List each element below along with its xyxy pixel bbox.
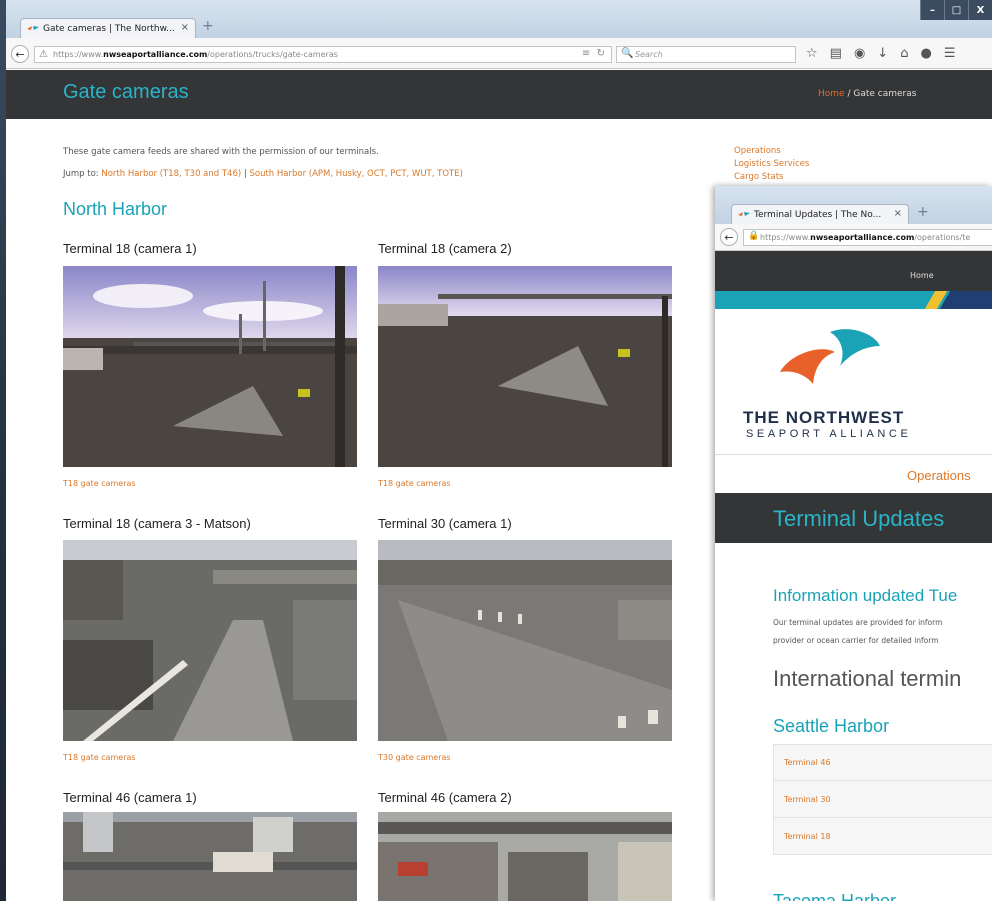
terminal-accordion-item[interactable]: Terminal 30 [773,781,992,818]
jump-to-line: Jump to: North Harbor (T18, T30 and T46)… [63,169,463,179]
camera-title: Terminal 18 (camera 3 - Matson) [63,516,251,531]
breadcrumb-home-link[interactable]: Home [818,89,845,99]
browser-window-terminal-updates: Terminal Updates | The No... × + ← 🔒 htt… [715,186,992,901]
reading-list-icon[interactable]: ▤ [830,46,842,61]
new-tab-icon[interactable]: + [917,204,929,220]
tacoma-harbor-heading: Tacoma Harbor [773,891,897,901]
camera-title: Terminal 30 (camera 1) [378,516,512,531]
toolbar-icons: ☆ ▤ ◉ ↓ ⌂ ● ☰ [806,46,955,61]
camera-title: Terminal 18 (camera 1) [63,241,197,256]
close-window-button[interactable]: X [968,0,992,20]
tab-title: Terminal Updates | The No... [754,209,882,220]
jump-south-harbor-link[interactable]: South Harbor (APM, Husky, OCT, PCT, WUT,… [249,169,462,179]
t30-gate-cameras-link[interactable]: T30 gate cameras [378,753,451,762]
seattle-terminal-list: Terminal 46 Terminal 30 Terminal 18 [773,744,992,855]
search-placeholder: Search [635,50,663,59]
body-text-line: provider or ocean carrier for detailed i… [773,636,939,645]
seattle-harbor-heading: Seattle Harbor [773,716,890,736]
download-icon[interactable]: ↓ [877,46,888,61]
t18-gate-cameras-link[interactable]: T18 gate cameras [63,479,136,488]
camera-image-t30-1 [378,540,672,741]
jump-divider: | [243,169,247,179]
jump-label: Jump to: [63,169,99,179]
warning-triangle-icon: ⚠ [39,49,48,60]
minimize-button[interactable]: – [920,0,944,20]
lock-icon: 🔒 [748,231,760,241]
breadcrumb: Home / Gate cameras [818,89,916,99]
page-title: Gate cameras [63,81,189,103]
url-prefix: https://www. [53,50,104,59]
browser-tab-terminal-updates[interactable]: Terminal Updates | The No... × [731,204,909,224]
camera-title: Terminal 18 (camera 2) [378,241,512,256]
international-terminals-heading: International termin [773,666,962,691]
home-icon[interactable]: ⌂ [900,46,908,61]
sidenav-cargo-stats-link[interactable]: Cargo Stats [734,171,809,184]
reload-icon[interactable]: ≡ ↻ [582,48,605,59]
camera-image-t18-1 [63,266,357,467]
operations-nav-link[interactable]: Operations [907,468,971,483]
camera-image-t18-2 [378,266,672,467]
tab-title: Gate cameras | The Northw... [43,23,175,34]
new-tab-icon[interactable]: + [202,18,214,34]
url-path: /operations/trucks/gate-cameras [207,50,338,59]
nav-home-link[interactable]: Home [910,271,934,280]
site-header: Gate cameras Home / Gate cameras [6,70,992,119]
window-controls: – □ X [920,0,992,20]
logo-wordmark: THE NORTHWEST [743,408,905,427]
nwsa-favicon-icon [27,26,39,30]
camera-title: Terminal 46 (camera 1) [63,790,197,805]
url-domain: nwseaportalliance.com [810,233,915,242]
divider [715,454,992,455]
search-icon: 🔍 [621,48,634,59]
tab-close-icon[interactable]: × [181,22,189,33]
menu-icon[interactable]: ☰ [944,46,956,61]
side-nav: Operations Logistics Services Cargo Stat… [734,145,809,184]
terminal-accordion-item[interactable]: Terminal 18 [773,818,992,855]
sidenav-logistics-link[interactable]: Logistics Services [734,158,809,171]
jump-north-harbor-link[interactable]: North Harbor (T18, T30 and T46) [101,169,241,179]
search-input[interactable]: 🔍 Search [616,46,796,63]
bookmark-star-icon[interactable]: ☆ [806,46,818,61]
back-arrow-icon[interactable]: ← [720,228,738,246]
north-harbor-heading: North Harbor [63,199,168,219]
site-top-nav: Home [715,251,992,291]
intro-text: These gate camera feeds are shared with … [63,147,379,157]
address-bar[interactable]: 🔒 https://www. nwseaportalliance.com/oper… [743,229,992,246]
body-text-line: Our terminal updates are provided for in… [773,618,943,627]
chat-icon[interactable]: ● [920,46,931,61]
back-arrow-icon[interactable]: ← [11,45,29,63]
breadcrumb-current: Gate cameras [853,89,917,99]
title-bar: Terminal Updates | The No... × + [715,186,992,224]
camera-image-t18-3-matson [63,540,357,741]
tab-close-icon[interactable]: × [894,208,902,219]
camera-title: Terminal 46 (camera 2) [378,790,512,805]
terminal-accordion-item[interactable]: Terminal 46 [773,744,992,781]
address-bar[interactable]: ⚠ https://www. nwseaportalliance.com/oper… [34,46,612,63]
page-title: Terminal Updates [773,506,945,531]
title-bar: Gate cameras | The Northw... × + – □ X [6,0,992,38]
logo-wordmark-sub: SEAPORT ALLIANCE [746,428,912,440]
sidenav-operations-link[interactable]: Operations [734,145,809,158]
camera-image-t46-1 [63,812,357,901]
maximize-button[interactable]: □ [944,0,968,20]
t18-gate-cameras-link[interactable]: T18 gate cameras [378,479,451,488]
info-updated-heading: Information updated Tue [773,586,958,605]
url-domain: nwseaportalliance.com [103,50,208,59]
browser-nav-bar: ← ⚠ https://www. nwseaportalliance.com/op… [6,38,992,69]
browser-nav-bar: ← 🔒 https://www. nwseaportalliance.com/op… [715,224,992,251]
breadcrumb-separator: / [847,89,851,99]
nwsa-favicon-icon [738,212,750,216]
url-path: /operations/te [914,233,971,242]
nwsa-logo-icon [780,329,880,384]
camera-image-t46-2 [378,812,672,901]
url-prefix: https://www. [760,233,811,242]
browser-tab-gate-cameras[interactable]: Gate cameras | The Northw... × [20,18,196,38]
page-banner: Terminal Updates [715,493,992,543]
decorative-stripe-navy [939,291,992,309]
t18-gate-cameras-link[interactable]: T18 gate cameras [63,753,136,762]
pocket-icon[interactable]: ◉ [854,46,865,61]
